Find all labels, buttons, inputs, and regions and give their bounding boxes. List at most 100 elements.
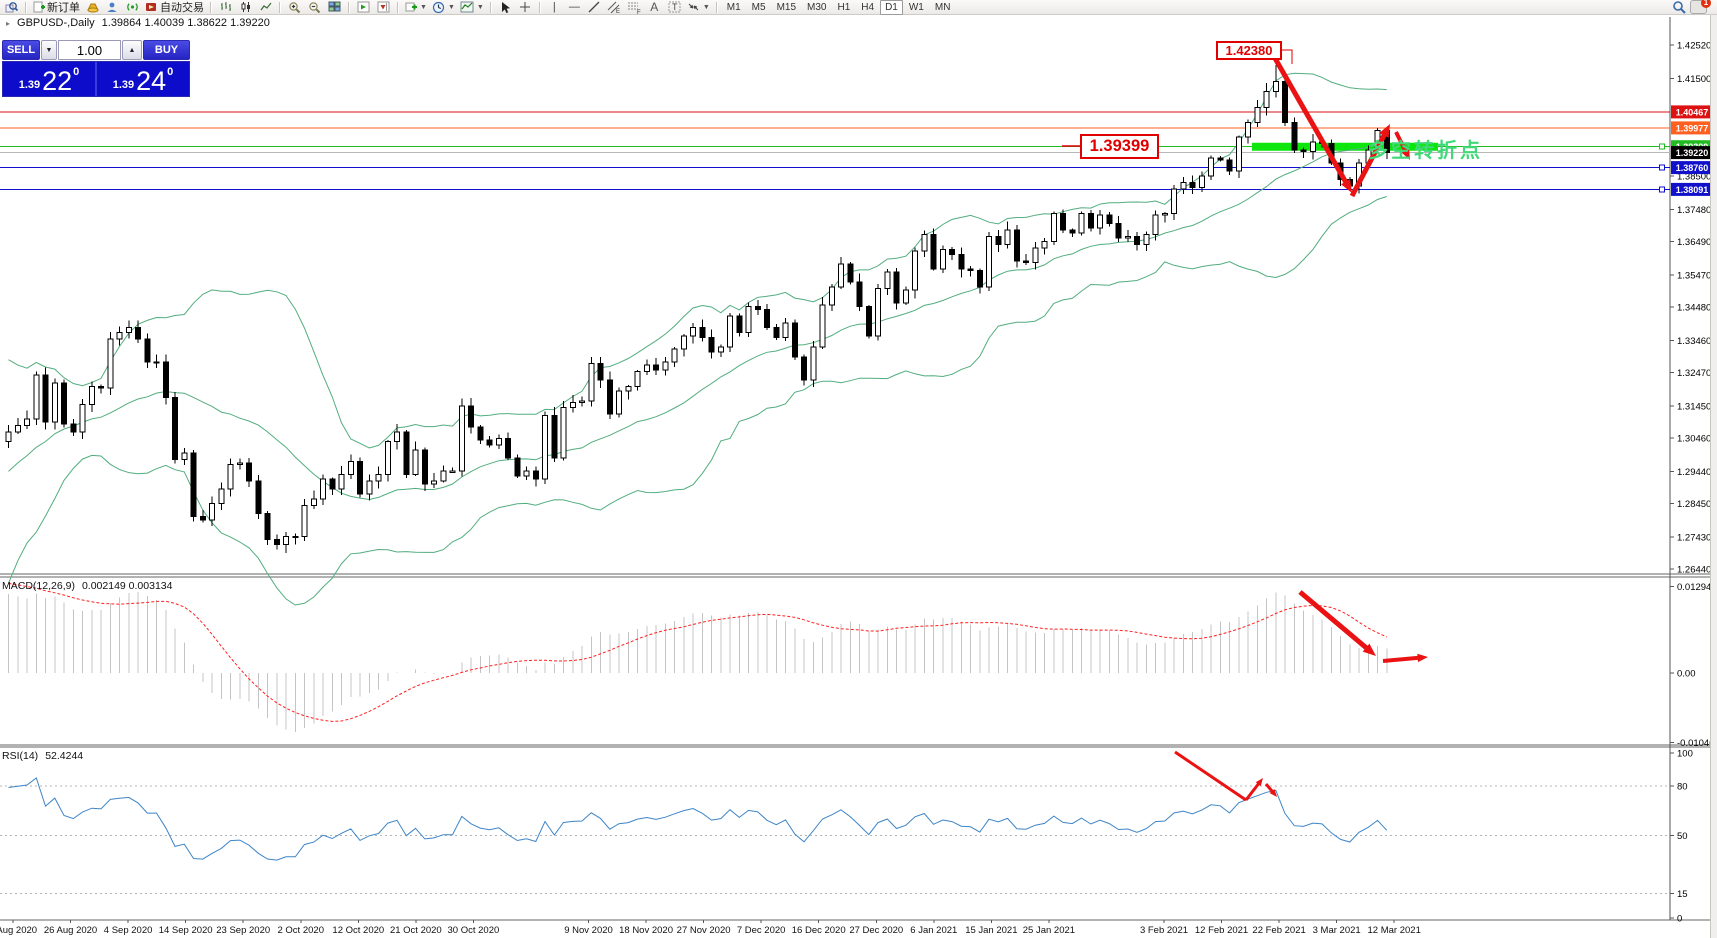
price-tick: 1.35470 — [1677, 270, 1711, 281]
zoom-in-icon[interactable] — [285, 1, 304, 14]
sell-price-pip: 0 — [73, 63, 79, 78]
time-axis: 7 Aug 202026 Aug 20204 Sep 202014 Sep 20… — [0, 920, 1421, 936]
chevron-down-icon: ▼ — [703, 4, 710, 11]
candle-chart-icon[interactable] — [236, 1, 255, 14]
rsi-value: 52.4244 — [45, 750, 83, 762]
timeframe-button-M15[interactable]: M15 — [772, 0, 801, 15]
macd-label-row: MACD(12,26,9) 0.002149 0.003134 — [2, 580, 172, 592]
date-label: 16 Dec 2020 — [792, 925, 846, 936]
price-badge-text: 1.40467 — [1676, 107, 1709, 117]
sell-price-big: 22 — [42, 68, 72, 94]
timeframe-button-H1[interactable]: H1 — [832, 0, 855, 15]
macd-signal-line — [9, 583, 1387, 721]
svg-text:E: E — [616, 9, 620, 14]
notifications-icon[interactable]: 1 — [1690, 0, 1707, 14]
arrows-tool[interactable]: ▼ — [685, 1, 712, 14]
price-tick: 1.34480 — [1677, 303, 1711, 314]
rsi-layer — [0, 778, 1670, 893]
trendline-tool[interactable] — [585, 1, 604, 14]
rsi-tick: 100 — [1677, 749, 1693, 760]
price-tick: 1.30460 — [1677, 434, 1711, 445]
timeframe-button-M30[interactable]: M30 — [802, 0, 831, 15]
toolbar-separator — [279, 2, 281, 13]
turning-point-note[interactable]: 多空转折点 — [1368, 134, 1483, 163]
toolbar-separator — [25, 2, 27, 13]
timeframe-button-D1[interactable]: D1 — [880, 0, 903, 15]
rsi-tick: 0 — [1677, 914, 1682, 925]
community-icon[interactable] — [103, 1, 122, 14]
notification-badge: 1 — [1701, 0, 1711, 8]
toolbar-separator — [210, 2, 212, 13]
rsi-tick: 80 — [1677, 782, 1688, 793]
sell-quote[interactable]: 1.39 22 0 — [3, 62, 95, 96]
zoom-out-icon[interactable] — [305, 1, 324, 14]
crosshair-tool[interactable] — [516, 1, 535, 14]
tile-windows-icon[interactable] — [325, 1, 344, 14]
rsi-tick: 15 — [1677, 889, 1688, 900]
symbol-search-icon[interactable] — [2, 1, 21, 14]
date-label: 27 Dec 2020 — [849, 925, 903, 936]
period-button[interactable]: ▼ — [430, 1, 457, 14]
date-label: 15 Jan 2021 — [965, 925, 1017, 936]
volume-down-button[interactable]: ▼ — [41, 40, 57, 60]
sell-button[interactable]: SELL — [2, 40, 40, 60]
volume-up-button[interactable]: ▲ — [122, 40, 142, 60]
macd-histogram — [9, 592, 1387, 732]
rsi-line — [9, 778, 1387, 860]
mt4-window: 新订单 自动交易 — [0, 0, 1717, 938]
label-leaders — [1062, 50, 1292, 146]
signal-icon[interactable] — [123, 1, 142, 14]
label-tool[interactable]: T — [665, 1, 684, 14]
date-label: 21 Oct 2020 — [390, 925, 442, 936]
gold-icon[interactable] — [83, 1, 102, 14]
macd-name: MACD(12,26,9) — [2, 580, 75, 592]
autotrading-button[interactable]: 自动交易 — [143, 1, 206, 14]
date-label: 23 Sep 2020 — [216, 925, 270, 936]
horizontal-line-tool[interactable]: — — [565, 1, 584, 14]
timeframe-button-MN[interactable]: MN — [930, 0, 956, 15]
search-icon[interactable] — [1672, 0, 1686, 14]
timeframe-button-M1[interactable]: M1 — [722, 0, 746, 15]
bar-chart-icon[interactable] — [216, 1, 235, 14]
date-label: 30 Oct 2020 — [448, 925, 500, 936]
price-tick: 1.33460 — [1677, 336, 1711, 347]
peak-price-label[interactable]: 1.42380 — [1216, 41, 1282, 60]
timeframe-button-W1[interactable]: W1 — [904, 0, 929, 15]
date-label: 22 Feb 2021 — [1252, 925, 1305, 936]
date-label: 12 Mar 2021 — [1368, 925, 1421, 936]
date-label: 2 Oct 2020 — [278, 925, 324, 936]
cursor-tool[interactable] — [496, 1, 515, 14]
buy-quote[interactable]: 1.39 24 0 — [95, 62, 189, 96]
vertical-line-tool[interactable]: | — [545, 1, 564, 14]
price-badge-text: 1.39977 — [1676, 123, 1709, 133]
price-tick: 1.27430 — [1677, 532, 1711, 543]
template-button[interactable]: ▼ — [458, 1, 486, 14]
fibonacci-tool[interactable]: F — [625, 1, 644, 14]
support-price-label[interactable]: 1.39399 — [1080, 134, 1159, 159]
buy-button[interactable]: BUY — [143, 40, 190, 60]
add-indicator-button[interactable]: ▼ — [403, 1, 429, 14]
chevron-down-icon: ▼ — [420, 4, 427, 11]
volume-input[interactable]: 1.00 — [58, 40, 121, 60]
text-tool[interactable]: A — [645, 1, 664, 14]
rsi-name: RSI(14) — [2, 750, 38, 762]
triangle-up-icon: ▲ — [129, 47, 136, 54]
chart-shift-icon[interactable] — [374, 1, 393, 14]
timeframe-button-H4[interactable]: H4 — [856, 0, 879, 15]
price-axis: 1.425201.415001.385001.374801.364901.354… — [1660, 41, 1714, 576]
auto-scroll-icon[interactable] — [354, 1, 373, 14]
date-label: 3 Feb 2021 — [1140, 925, 1188, 936]
one-click-trading-panel: SELL ▼ 1.00 ▲ BUY 1.39 22 0 1.39 24 0 — [2, 40, 190, 97]
line-chart-icon[interactable] — [256, 1, 275, 14]
timeframe-button-M5[interactable]: M5 — [747, 0, 771, 15]
date-label: 12 Feb 2021 — [1195, 925, 1248, 936]
timeframe-toolbar: M1M5M15M30H1H4D1W1MN — [722, 0, 956, 15]
channel-tool[interactable]: E — [605, 1, 624, 14]
price-tick: 1.28450 — [1677, 499, 1711, 510]
buy-price-big: 24 — [136, 68, 166, 94]
price-badge-text: 1.38091 — [1676, 185, 1709, 195]
date-label: 4 Sep 2020 — [104, 925, 153, 936]
new-order-button[interactable]: 新订单 — [31, 1, 82, 14]
date-label: 6 Jan 2021 — [910, 925, 957, 936]
date-label: 7 Aug 2020 — [0, 925, 37, 936]
